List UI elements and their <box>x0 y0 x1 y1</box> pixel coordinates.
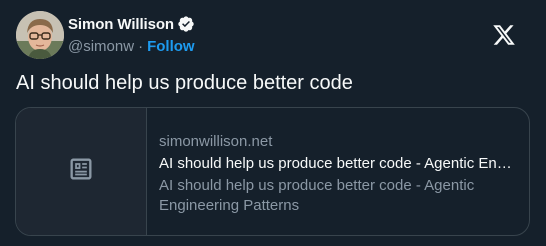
x-logo-icon[interactable] <box>492 23 516 47</box>
card-domain: simonwillison.net <box>159 133 273 150</box>
avatar-image <box>16 11 64 59</box>
avatar[interactable] <box>16 11 64 59</box>
tweet-text: AI should help us produce better code <box>16 72 353 94</box>
follow-button[interactable]: Follow <box>147 38 195 55</box>
link-preview-card[interactable]: simonwillison.net AI should help us prod… <box>15 107 530 236</box>
card-body: simonwillison.net AI should help us prod… <box>159 132 517 216</box>
display-name[interactable]: Simon Willison <box>68 16 174 33</box>
embedded-tweet: Simon Willison @simonw · Follow AI shoul… <box>0 0 546 246</box>
handle-row: @simonw · Follow <box>68 36 195 56</box>
separator-dot: · <box>138 37 144 55</box>
tweet-header: Simon Willison @simonw · Follow <box>16 11 532 59</box>
user-handle[interactable]: @simonw <box>68 38 134 55</box>
user-info: Simon Willison @simonw · Follow <box>68 14 195 56</box>
verified-badge-icon <box>177 15 195 33</box>
card-thumbnail <box>16 108 147 235</box>
name-row: Simon Willison <box>68 14 195 34</box>
card-description: AI should help us produce better code - … <box>159 177 475 214</box>
article-icon <box>67 155 95 188</box>
card-title[interactable]: AI should help us produce better code - … <box>159 154 517 174</box>
